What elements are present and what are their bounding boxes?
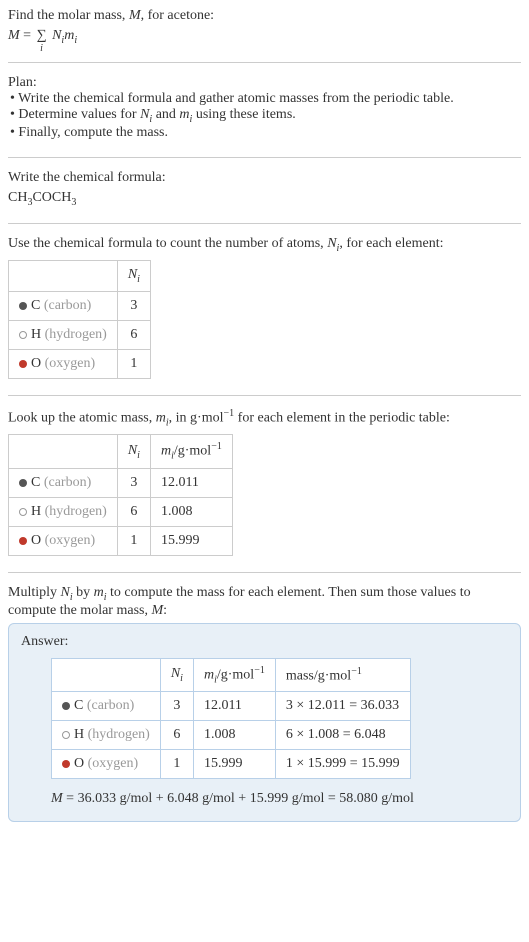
intro-line: Find the molar mass, M, for acetone:	[8, 8, 521, 24]
element-cell: O (oxygen)	[52, 750, 161, 779]
count-cell: 6	[160, 721, 193, 750]
table-row: C (carbon) 3 12.011	[9, 468, 233, 497]
mass-cell: 12.011	[150, 468, 232, 497]
element-cell: O (oxygen)	[9, 349, 118, 378]
th-empty	[9, 261, 118, 292]
element-cell: O (oxygen)	[9, 526, 118, 555]
th-mi: mi/g·mol−1	[193, 658, 275, 691]
table-row: O (oxygen) 1 15.999 1 × 15.999 = 15.999	[52, 750, 411, 779]
mass-cell: 1.008	[193, 721, 275, 750]
count-cell: 1	[160, 750, 193, 779]
table-header-row: Ni mi/g·mol−1 mass/g·mol−1	[52, 658, 411, 691]
divider	[8, 572, 521, 573]
atomic-mass-section: Look up the atomic mass, mi, in g·mol−1 …	[8, 408, 521, 556]
th-Ni: Ni	[117, 435, 150, 468]
calc-cell: 6 × 1.008 = 6.048	[275, 721, 410, 750]
table-header-row: Ni mi/g·mol−1	[9, 435, 233, 468]
eq-N: N	[52, 28, 61, 43]
carbon-dot-icon	[62, 702, 70, 710]
table-row: O (oxygen) 1 15.999	[9, 526, 233, 555]
count-cell: 1	[117, 526, 150, 555]
hydrogen-dot-icon	[62, 731, 70, 739]
element-cell: C (carbon)	[9, 468, 118, 497]
divider	[8, 62, 521, 63]
element-cell: H (hydrogen)	[52, 721, 161, 750]
atom-count-section: Use the chemical formula to count the nu…	[8, 236, 521, 379]
divider	[8, 157, 521, 158]
compute-section: Multiply Ni by mi to compute the mass fo…	[8, 585, 521, 822]
element-cell: H (hydrogen)	[9, 497, 118, 526]
table-row: C (carbon) 3 12.011 3 × 12.011 = 36.033	[52, 692, 411, 721]
atom-count-table: Ni C (carbon) 3 H (hydrogen) 6 O (oxygen…	[8, 260, 151, 379]
eq-M: M	[8, 28, 20, 43]
mass-cell: 15.999	[193, 750, 275, 779]
th-mi: mi/g·mol−1	[150, 435, 232, 468]
count-cell: 3	[117, 468, 150, 497]
mass-cell: 12.011	[193, 692, 275, 721]
eq-i2: i	[74, 35, 77, 46]
plan-title: Plan:	[8, 75, 521, 91]
hydrogen-dot-icon	[19, 508, 27, 516]
divider	[8, 395, 521, 396]
plan-section: Plan: • Write the chemical formula and g…	[8, 75, 521, 141]
answer-label: Answer:	[21, 634, 508, 650]
table-row: H (hydrogen) 6 1.008 6 × 1.008 = 6.048	[52, 721, 411, 750]
oxygen-dot-icon	[62, 760, 70, 768]
element-cell: C (carbon)	[52, 692, 161, 721]
count-cell: 1	[117, 349, 150, 378]
count-cell: 6	[117, 320, 150, 349]
count-cell: 3	[160, 692, 193, 721]
intro-section: Find the molar mass, M, for acetone: M =…	[8, 8, 521, 46]
plan-item-3: • Finally, compute the mass.	[10, 125, 521, 141]
carbon-dot-icon	[19, 302, 27, 310]
element-cell: C (carbon)	[9, 291, 118, 320]
element-cell: H (hydrogen)	[9, 320, 118, 349]
carbon-dot-icon	[19, 479, 27, 487]
table-row: O (oxygen) 1	[9, 349, 151, 378]
count-cell: 3	[117, 291, 150, 320]
plan-item-2: • Determine values for Ni and mi using t…	[10, 107, 521, 125]
table-row: H (hydrogen) 6	[9, 320, 151, 349]
hydrogen-dot-icon	[19, 331, 27, 339]
intro-text2: , for acetone:	[141, 8, 214, 23]
calc-cell: 3 × 12.011 = 36.033	[275, 692, 410, 721]
atomic-mass-table: Ni mi/g·mol−1 C (carbon) 3 12.011 H (hyd…	[8, 434, 233, 555]
compute-title: Multiply Ni by mi to compute the mass fo…	[8, 585, 521, 619]
var-M: M	[129, 8, 141, 23]
mass-cell: 1.008	[150, 497, 232, 526]
eq-m: m	[64, 28, 74, 43]
intro-text: Find the molar mass,	[8, 8, 129, 23]
oxygen-dot-icon	[19, 360, 27, 368]
chemical-formula: CH3COCH3	[8, 190, 521, 208]
table-header-row: Ni	[9, 261, 151, 292]
count-cell: 6	[117, 497, 150, 526]
table-row: H (hydrogen) 6 1.008	[9, 497, 233, 526]
th-empty	[52, 658, 161, 691]
th-Ni: Ni	[160, 658, 193, 691]
mass-cell: 15.999	[150, 526, 232, 555]
answer-box: Answer: Ni mi/g·mol−1 mass/g·mol−1 C (ca…	[8, 623, 521, 822]
eq-equals: =	[20, 28, 35, 43]
oxygen-dot-icon	[19, 537, 27, 545]
molar-mass-formula: M = ∑i Nimi	[8, 28, 521, 46]
th-mass: mass/g·mol−1	[275, 658, 410, 691]
answer-table: Ni mi/g·mol−1 mass/g·mol−1 C (carbon) 3 …	[51, 658, 411, 779]
table-row: C (carbon) 3	[9, 291, 151, 320]
sigma-icon: ∑i	[37, 28, 47, 44]
th-empty	[9, 435, 118, 468]
th-Ni: Ni	[117, 261, 150, 292]
divider	[8, 223, 521, 224]
calc-cell: 1 × 15.999 = 15.999	[275, 750, 410, 779]
chem-title: Write the chemical formula:	[8, 170, 521, 186]
atom-count-title: Use the chemical formula to count the nu…	[8, 236, 521, 254]
plan-item-1: • Write the chemical formula and gather …	[10, 91, 521, 107]
chemical-formula-section: Write the chemical formula: CH3COCH3	[8, 170, 521, 208]
final-equation: M = 36.033 g/mol + 6.048 g/mol + 15.999 …	[51, 791, 508, 807]
atomic-mass-title: Look up the atomic mass, mi, in g·mol−1 …	[8, 408, 521, 428]
